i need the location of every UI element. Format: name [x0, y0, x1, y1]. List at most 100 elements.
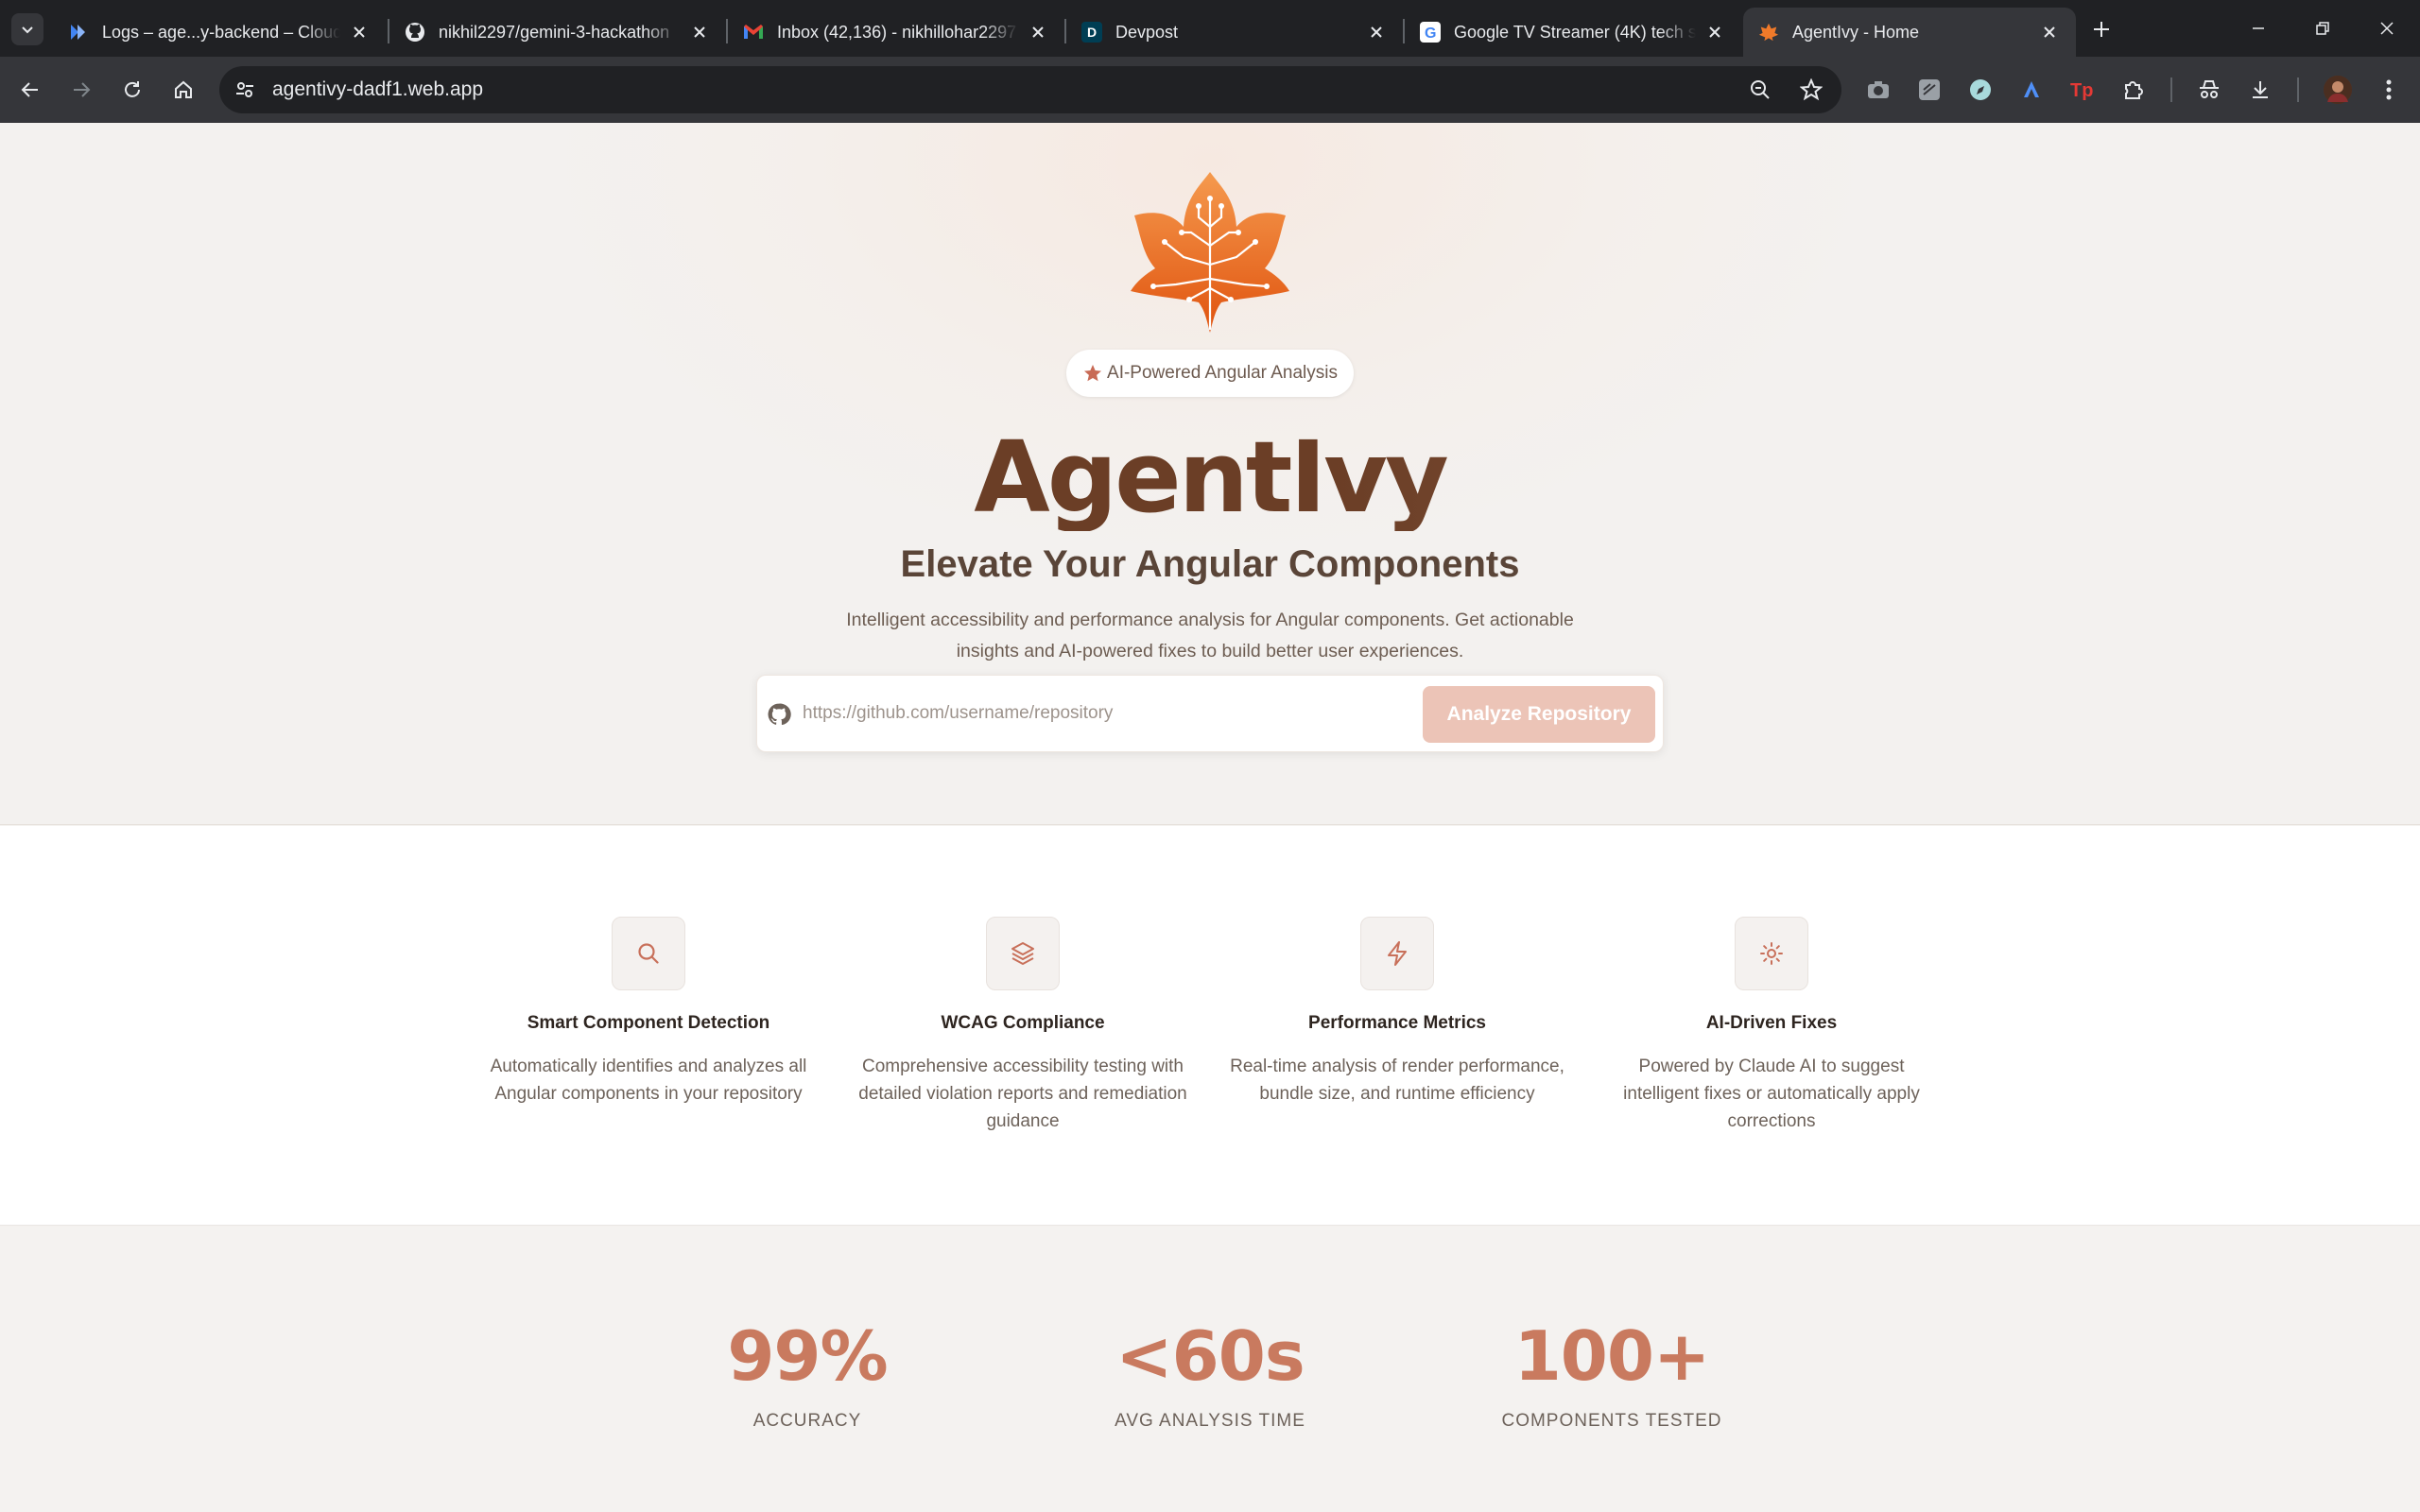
badge-label: AI-Powered Angular Analysis	[1107, 363, 1338, 383]
tab-title: AgentIvy - Home	[1792, 22, 1920, 42]
tp-extension-icon[interactable]: Tp	[2068, 76, 2097, 104]
close-icon	[2380, 22, 2394, 35]
feature-card: WCAG Compliance Comprehensive accessibil…	[853, 917, 1193, 1135]
cloud-run-icon	[68, 22, 89, 43]
features-section: Smart Component Detection Automatically …	[0, 826, 2420, 1226]
bookmark-button[interactable]	[1798, 77, 1824, 103]
stat-analysis-time: <60s AVG ANALYSIS TIME	[1021, 1316, 1399, 1432]
menu-kebab-icon[interactable]	[2375, 76, 2403, 104]
profile-avatar[interactable]	[2324, 76, 2352, 104]
reload-button[interactable]	[115, 73, 149, 107]
home-button[interactable]	[166, 73, 200, 107]
tab-agentivy-home[interactable]: AgentIvy - Home	[1743, 8, 2076, 57]
incognito-icon[interactable]	[2195, 76, 2223, 104]
close-icon[interactable]	[688, 21, 711, 43]
camera-extension-icon[interactable]	[1864, 76, 1893, 104]
stat-label: ACCURACY	[752, 1411, 862, 1431]
star-icon	[1084, 365, 1102, 382]
chevron-down-icon	[22, 26, 33, 34]
restore-button[interactable]	[2290, 0, 2356, 57]
tab-title: Logs – age...y-backend – Cloud Run	[102, 22, 340, 42]
feature-title: Smart Component Detection	[527, 1013, 770, 1033]
hero-subtitle: Elevate Your Angular Components	[900, 543, 1520, 585]
hero-section: AI-Powered Angular Analysis AgentIvy Ele…	[0, 123, 2420, 825]
repo-url-input[interactable]	[803, 695, 1219, 732]
arrow-left-icon	[21, 82, 38, 97]
sun-icon	[1760, 942, 1783, 965]
feature-description: Automatically identifies and analyzes al…	[490, 1057, 807, 1104]
close-icon[interactable]	[1027, 21, 1049, 43]
forward-button[interactable]	[64, 73, 98, 107]
toolbar-separator	[2297, 77, 2299, 102]
stat-components-tested: 100+ COMPONENTS TESTED	[1423, 1316, 1801, 1432]
feature-description: Comprehensive accessibility testing with…	[858, 1057, 1187, 1131]
tab-title: Google TV Streamer (4K) tech specs	[1454, 22, 1696, 42]
toolbar-separator	[2170, 77, 2172, 102]
site-settings-icon[interactable]	[233, 77, 257, 102]
ivy-leaf-icon	[1758, 22, 1779, 43]
gmail-icon	[743, 22, 764, 43]
close-icon[interactable]	[1703, 21, 1726, 43]
close-icon[interactable]	[2038, 21, 2061, 43]
devpost-icon: D	[1081, 22, 1102, 43]
hero-title: AgentIvy	[0, 423, 2420, 532]
stat-label: COMPONENTS TESTED	[1501, 1411, 1722, 1431]
feature-icon-box	[612, 917, 685, 990]
download-icon[interactable]	[2246, 76, 2274, 104]
ivy-leaf-logo	[1131, 172, 1289, 333]
repo-search-bar: Analyze Repository	[756, 675, 1664, 752]
stats-section: 99% ACCURACY <60s AVG ANALYSIS TIME 100+…	[0, 1227, 2420, 1512]
minimize-button[interactable]	[2225, 0, 2291, 57]
close-icon[interactable]	[348, 21, 371, 43]
zoom-button[interactable]	[1747, 77, 1773, 103]
google-icon: G	[1420, 22, 1441, 43]
feature-title: AI-Driven Fixes	[1705, 1013, 1838, 1033]
analyze-repository-button[interactable]: Analyze Repository	[1423, 686, 1655, 743]
stat-value: 99%	[727, 1316, 888, 1396]
url-text[interactable]: agentivy-dadf1.web.app	[272, 78, 483, 101]
minimize-icon	[2253, 27, 2264, 29]
feature-card: AI-Driven Fixes Powered by Claude AI to …	[1601, 917, 1942, 1135]
compass-extension-icon[interactable]	[1966, 76, 1995, 104]
tab-gmail[interactable]: Inbox (42,136) - nikhillohar2297	[728, 8, 1064, 57]
stat-label: AVG ANALYSIS TIME	[1115, 1411, 1305, 1431]
feature-description: Real-time analysis of render performance…	[1230, 1057, 1564, 1104]
feature-icon-box	[986, 917, 1060, 990]
plus-icon	[2094, 22, 2109, 37]
ai-powered-badge: AI-Powered Angular Analysis	[1066, 350, 1354, 397]
feature-title: WCAG Compliance	[941, 1013, 1105, 1033]
feature-title: Performance Metrics	[1308, 1013, 1486, 1033]
lightning-icon	[1388, 941, 1407, 966]
close-window-button[interactable]	[2354, 0, 2420, 57]
aitopia-extension-icon[interactable]	[2017, 76, 2046, 104]
feature-card: Smart Component Detection Automatically …	[478, 917, 819, 1108]
extensions-puzzle-icon[interactable]	[2119, 76, 2148, 104]
arrow-right-icon	[74, 82, 91, 97]
page-content: AI-Powered Angular Analysis AgentIvy Ele…	[0, 123, 2420, 1512]
tab-title: Inbox (42,136) - nikhillohar2297	[777, 22, 1017, 42]
tab-title: Devpost	[1115, 22, 1179, 42]
home-icon	[175, 80, 192, 98]
search-icon	[638, 943, 659, 964]
svg-text:G: G	[1425, 26, 1436, 42]
zoom-out-icon	[1751, 80, 1770, 99]
close-icon[interactable]	[1365, 21, 1388, 43]
feature-card: Performance Metrics Real-time analysis o…	[1227, 917, 1567, 1108]
feature-icon-box	[1735, 917, 1808, 990]
stat-value: <60s	[1115, 1316, 1305, 1396]
feature-description: Powered by Claude AI to suggest intellig…	[1623, 1057, 1920, 1131]
star-outline-icon	[1800, 78, 1823, 101]
notes-extension-icon[interactable]	[1915, 76, 1944, 104]
back-button[interactable]	[13, 73, 47, 107]
tab-google-tv[interactable]: G Google TV Streamer (4K) tech specs	[1405, 8, 1741, 57]
address-bar[interactable]: agentivy-dadf1.web.app	[219, 66, 1841, 113]
tab-devpost[interactable]: D Devpost	[1066, 8, 1403, 57]
tab-cloud-run-logs[interactable]: Logs – age...y-backend – Cloud Run	[53, 8, 386, 57]
layers-icon	[1011, 942, 1034, 965]
restore-icon	[2316, 22, 2329, 35]
stat-value: 100+	[1513, 1316, 1711, 1396]
tab-search-button[interactable]	[11, 13, 43, 45]
github-icon	[405, 22, 425, 43]
tab-github[interactable]: nikhil2297/gemini-3-hackathon	[389, 8, 726, 57]
new-tab-button[interactable]	[2085, 13, 2118, 45]
